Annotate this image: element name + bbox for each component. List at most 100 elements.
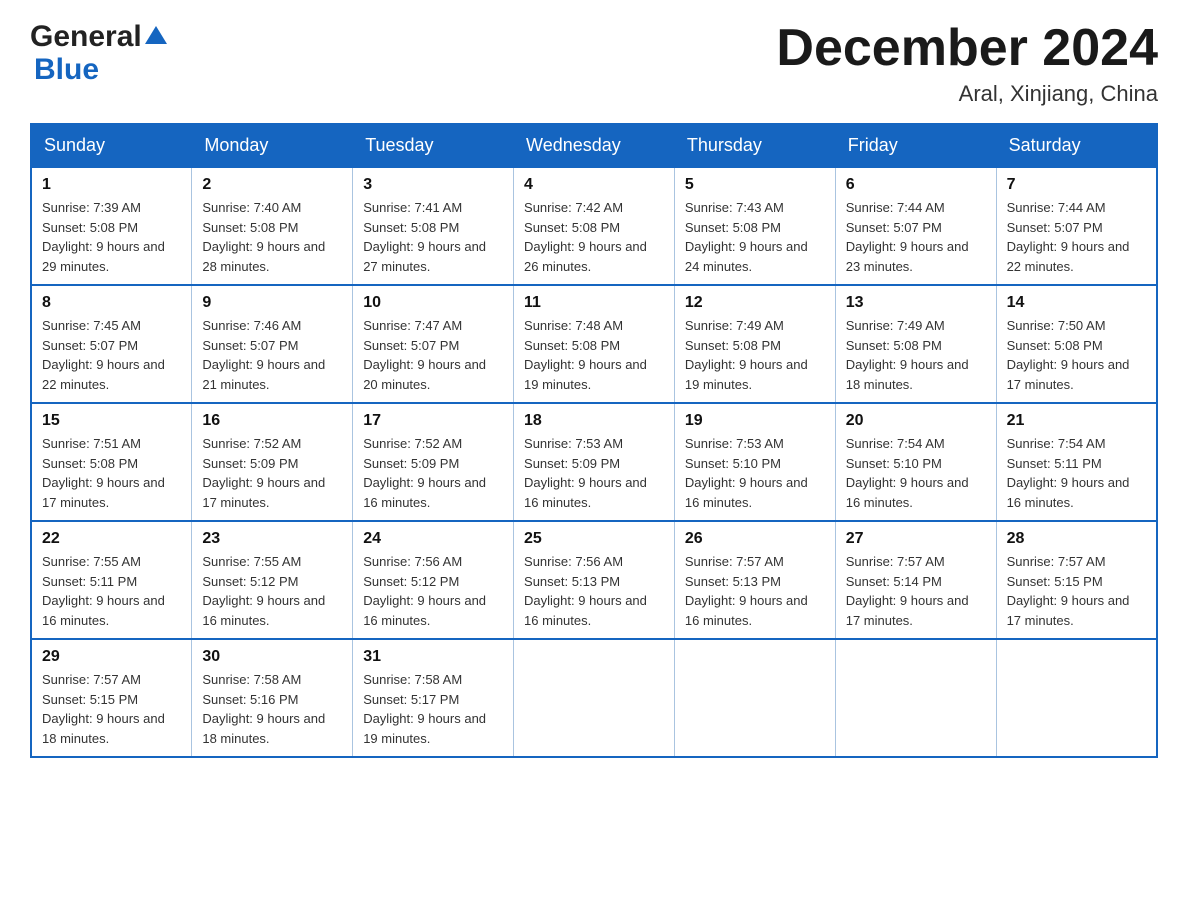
day-number: 27 — [846, 530, 986, 548]
day-info: Sunrise: 7:57 AMSunset: 5:14 PMDaylight:… — [846, 552, 986, 630]
calendar-cell — [514, 639, 675, 757]
day-info: Sunrise: 7:58 AMSunset: 5:17 PMDaylight:… — [363, 670, 503, 748]
col-monday: Monday — [192, 124, 353, 167]
calendar-cell — [996, 639, 1157, 757]
day-number: 8 — [42, 294, 181, 312]
calendar-cell: 31 Sunrise: 7:58 AMSunset: 5:17 PMDayligh… — [353, 639, 514, 757]
day-info: Sunrise: 7:45 AMSunset: 5:07 PMDaylight:… — [42, 316, 181, 394]
calendar-cell: 25Sunrise: 7:56 AMSunset: 5:13 PMDayligh… — [514, 521, 675, 639]
calendar-header-row: Sunday Monday Tuesday Wednesday Thursday… — [31, 124, 1157, 167]
day-info: Sunrise: 7:50 AMSunset: 5:08 PMDaylight:… — [1007, 316, 1146, 394]
day-info: Sunrise: 7:48 AMSunset: 5:08 PMDaylight:… — [524, 316, 664, 394]
day-info: Sunrise: 7:57 AMSunset: 5:13 PMDaylight:… — [685, 552, 825, 630]
day-info: Sunrise: 7:52 AMSunset: 5:09 PMDaylight:… — [363, 434, 503, 512]
calendar-cell: 12Sunrise: 7:49 AMSunset: 5:08 PMDayligh… — [674, 285, 835, 403]
calendar-cell: 14 Sunrise: 7:50 AMSunset: 5:08 PMDayligh… — [996, 285, 1157, 403]
day-info: Sunrise: 7:55 AMSunset: 5:11 PMDaylight:… — [42, 552, 181, 630]
calendar-week-4: 22 Sunrise: 7:55 AMSunset: 5:11 PMDayligh… — [31, 521, 1157, 639]
logo: General Blue — [30, 20, 167, 86]
calendar-cell: 27 Sunrise: 7:57 AMSunset: 5:14 PMDayligh… — [835, 521, 996, 639]
calendar-cell: 5Sunrise: 7:43 AMSunset: 5:08 PMDaylight… — [674, 167, 835, 285]
calendar-cell: 13 Sunrise: 7:49 AMSunset: 5:08 PMDayligh… — [835, 285, 996, 403]
day-info: Sunrise: 7:57 AMSunset: 5:15 PMDaylight:… — [1007, 552, 1146, 630]
day-info: Sunrise: 7:51 AMSunset: 5:08 PMDaylight:… — [42, 434, 181, 512]
day-info: Sunrise: 7:53 AMSunset: 5:10 PMDaylight:… — [685, 434, 825, 512]
day-info: Sunrise: 7:56 AMSunset: 5:12 PMDaylight:… — [363, 552, 503, 630]
calendar-cell — [674, 639, 835, 757]
day-number: 10 — [363, 294, 503, 312]
logo-triangle-icon — [145, 26, 167, 44]
day-info: Sunrise: 7:53 AMSunset: 5:09 PMDaylight:… — [524, 434, 664, 512]
day-info: Sunrise: 7:42 AMSunset: 5:08 PMDaylight:… — [524, 198, 664, 276]
day-info: Sunrise: 7:44 AMSunset: 5:07 PMDaylight:… — [1007, 198, 1146, 276]
day-number: 28 — [1007, 530, 1146, 548]
day-info: Sunrise: 7:54 AMSunset: 5:10 PMDaylight:… — [846, 434, 986, 512]
col-thursday: Thursday — [674, 124, 835, 167]
day-number: 16 — [202, 412, 342, 430]
calendar-cell: 19Sunrise: 7:53 AMSunset: 5:10 PMDayligh… — [674, 403, 835, 521]
day-number: 1 — [42, 176, 181, 194]
calendar-cell: 8 Sunrise: 7:45 AMSunset: 5:07 PMDaylight… — [31, 285, 192, 403]
calendar-cell: 4 Sunrise: 7:42 AMSunset: 5:08 PMDaylight… — [514, 167, 675, 285]
day-number: 14 — [1007, 294, 1146, 312]
day-number: 13 — [846, 294, 986, 312]
day-info: Sunrise: 7:40 AMSunset: 5:08 PMDaylight:… — [202, 198, 342, 276]
calendar-week-1: 1 Sunrise: 7:39 AMSunset: 5:08 PMDaylight… — [31, 167, 1157, 285]
calendar-cell: 29Sunrise: 7:57 AMSunset: 5:15 PMDayligh… — [31, 639, 192, 757]
day-number: 12 — [685, 294, 825, 312]
calendar-cell: 15 Sunrise: 7:51 AMSunset: 5:08 PMDayligh… — [31, 403, 192, 521]
day-number: 31 — [363, 648, 503, 666]
day-number: 24 — [363, 530, 503, 548]
calendar-week-2: 8 Sunrise: 7:45 AMSunset: 5:07 PMDaylight… — [31, 285, 1157, 403]
calendar-table: Sunday Monday Tuesday Wednesday Thursday… — [30, 123, 1158, 758]
month-title: December 2024 — [776, 20, 1158, 77]
title-area: December 2024 Aral, Xinjiang, China — [776, 20, 1158, 107]
calendar-cell: 26 Sunrise: 7:57 AMSunset: 5:13 PMDayligh… — [674, 521, 835, 639]
calendar-cell: 11 Sunrise: 7:48 AMSunset: 5:08 PMDayligh… — [514, 285, 675, 403]
day-info: Sunrise: 7:39 AMSunset: 5:08 PMDaylight:… — [42, 198, 181, 276]
calendar-cell: 7Sunrise: 7:44 AMSunset: 5:07 PMDaylight… — [996, 167, 1157, 285]
day-info: Sunrise: 7:54 AMSunset: 5:11 PMDaylight:… — [1007, 434, 1146, 512]
day-number: 18 — [524, 412, 664, 430]
day-number: 22 — [42, 530, 181, 548]
col-saturday: Saturday — [996, 124, 1157, 167]
calendar-cell: 20 Sunrise: 7:54 AMSunset: 5:10 PMDayligh… — [835, 403, 996, 521]
calendar-cell: 9Sunrise: 7:46 AMSunset: 5:07 PMDaylight… — [192, 285, 353, 403]
day-number: 26 — [685, 530, 825, 548]
day-number: 30 — [202, 648, 342, 666]
calendar-cell: 3 Sunrise: 7:41 AMSunset: 5:08 PMDaylight… — [353, 167, 514, 285]
calendar-cell: 17 Sunrise: 7:52 AMSunset: 5:09 PMDayligh… — [353, 403, 514, 521]
col-friday: Friday — [835, 124, 996, 167]
col-wednesday: Wednesday — [514, 124, 675, 167]
calendar-cell: 21 Sunrise: 7:54 AMSunset: 5:11 PMDayligh… — [996, 403, 1157, 521]
logo-general: General — [30, 20, 142, 53]
day-info: Sunrise: 7:47 AMSunset: 5:07 PMDaylight:… — [363, 316, 503, 394]
day-number: 3 — [363, 176, 503, 194]
day-number: 20 — [846, 412, 986, 430]
day-number: 17 — [363, 412, 503, 430]
location-title: Aral, Xinjiang, China — [776, 81, 1158, 107]
day-info: Sunrise: 7:58 AMSunset: 5:16 PMDaylight:… — [202, 670, 342, 748]
day-number: 6 — [846, 176, 986, 194]
calendar-cell: 1 Sunrise: 7:39 AMSunset: 5:08 PMDaylight… — [31, 167, 192, 285]
calendar-cell: 24 Sunrise: 7:56 AMSunset: 5:12 PMDayligh… — [353, 521, 514, 639]
calendar-week-5: 29Sunrise: 7:57 AMSunset: 5:15 PMDayligh… — [31, 639, 1157, 757]
day-number: 21 — [1007, 412, 1146, 430]
calendar-cell: 2 Sunrise: 7:40 AMSunset: 5:08 PMDaylight… — [192, 167, 353, 285]
day-info: Sunrise: 7:52 AMSunset: 5:09 PMDaylight:… — [202, 434, 342, 512]
day-number: 15 — [42, 412, 181, 430]
day-info: Sunrise: 7:46 AMSunset: 5:07 PMDaylight:… — [202, 316, 342, 394]
day-info: Sunrise: 7:56 AMSunset: 5:13 PMDaylight:… — [524, 552, 664, 630]
day-info: Sunrise: 7:57 AMSunset: 5:15 PMDaylight:… — [42, 670, 181, 748]
logo-blue: Blue — [34, 53, 99, 86]
day-info: Sunrise: 7:49 AMSunset: 5:08 PMDaylight:… — [846, 316, 986, 394]
day-info: Sunrise: 7:55 AMSunset: 5:12 PMDaylight:… — [202, 552, 342, 630]
calendar-cell: 10 Sunrise: 7:47 AMSunset: 5:07 PMDayligh… — [353, 285, 514, 403]
day-number: 11 — [524, 294, 664, 312]
calendar-cell: 23Sunrise: 7:55 AMSunset: 5:12 PMDayligh… — [192, 521, 353, 639]
calendar-cell: 16 Sunrise: 7:52 AMSunset: 5:09 PMDayligh… — [192, 403, 353, 521]
day-number: 4 — [524, 176, 664, 194]
day-info: Sunrise: 7:41 AMSunset: 5:08 PMDaylight:… — [363, 198, 503, 276]
day-number: 2 — [202, 176, 342, 194]
col-tuesday: Tuesday — [353, 124, 514, 167]
